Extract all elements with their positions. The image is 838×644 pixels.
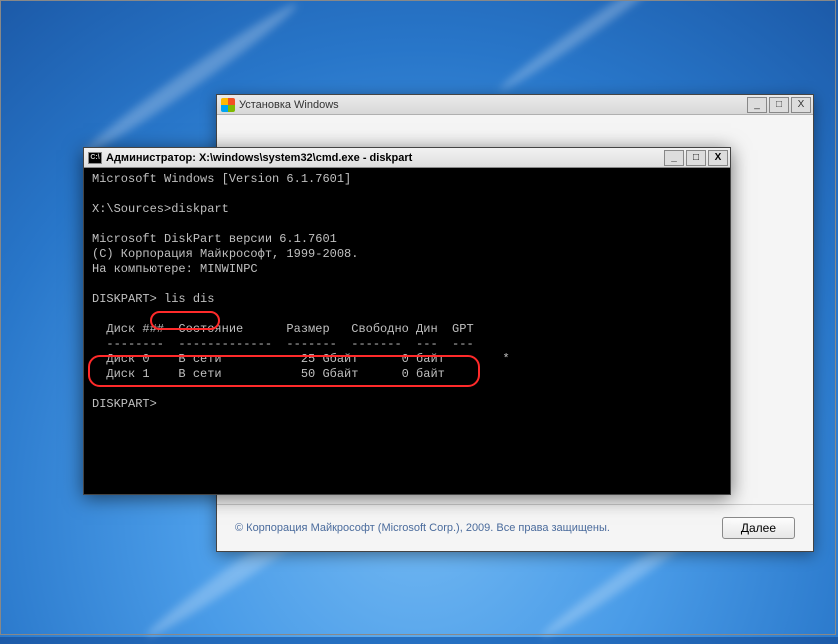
maximize-button[interactable]: □ bbox=[769, 97, 789, 113]
terminal-icon: C:\ bbox=[88, 152, 102, 164]
diskpart-copyright: (C) Корпорация Майкрософт, 1999-2008. bbox=[92, 247, 358, 261]
diskpart-version: Microsoft DiskPart версии 6.1.7601 bbox=[92, 232, 337, 246]
windows-logo-icon bbox=[221, 98, 235, 112]
table-divider: -------- ------------- ------- ------- -… bbox=[92, 337, 474, 351]
copyright-text: © Корпорация Майкрософт (Microsoft Corp.… bbox=[235, 522, 610, 534]
prompt-lis-dis: DISKPART> lis dis bbox=[92, 292, 214, 306]
cmd-window: C:\ Администратор: X:\windows\system32\c… bbox=[83, 147, 731, 495]
table-header: Диск ### Состояние Размер Свободно Дин G… bbox=[92, 322, 474, 336]
cmd-titlebar[interactable]: C:\ Администратор: X:\windows\system32\c… bbox=[84, 148, 730, 168]
minimize-button[interactable]: _ bbox=[747, 97, 767, 113]
prompt-diskpart: X:\Sources>diskpart bbox=[92, 202, 229, 216]
cmd-output[interactable]: Microsoft Windows [Version 6.1.7601] X:\… bbox=[84, 168, 730, 494]
installer-title: Установка Windows bbox=[239, 99, 339, 111]
cmd-maximize-button[interactable]: □ bbox=[686, 150, 706, 166]
close-button[interactable]: X bbox=[791, 97, 811, 113]
prompt-ready: DISKPART> bbox=[92, 397, 157, 411]
installer-titlebar[interactable]: Установка Windows _ □ X bbox=[217, 95, 813, 115]
next-button[interactable]: Далее bbox=[722, 517, 795, 539]
table-row: Диск 0 В сети 25 Gбайт 0 байт * bbox=[92, 352, 510, 366]
version-line: Microsoft Windows [Version 6.1.7601] bbox=[92, 172, 351, 186]
diskpart-computer: На компьютере: MINWINPC bbox=[92, 262, 258, 276]
cmd-title: Администратор: X:\windows\system32\cmd.e… bbox=[106, 152, 412, 164]
table-row: Диск 1 В сети 50 Gбайт 0 байт bbox=[92, 367, 445, 381]
cmd-minimize-button[interactable]: _ bbox=[664, 150, 684, 166]
cmd-close-button[interactable]: X bbox=[708, 150, 728, 166]
installer-footer: © Корпорация Майкрософт (Microsoft Corp.… bbox=[217, 504, 813, 551]
